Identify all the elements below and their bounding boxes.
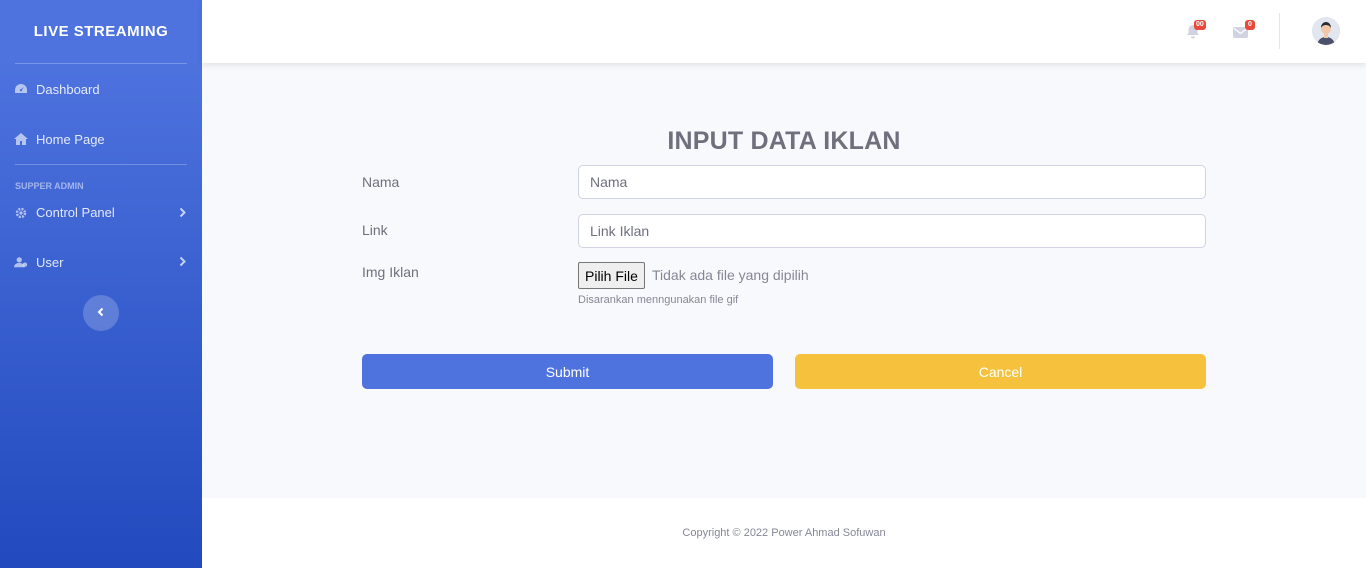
- submit-button[interactable]: Submit: [362, 354, 773, 389]
- copyright-text: Copyright © 2022 Power Ahmad Sofuwan: [682, 527, 886, 539]
- cancel-button[interactable]: Cancel: [795, 354, 1206, 389]
- sidebar-item-label: Home Page: [36, 131, 105, 147]
- sidebar-toggle-button[interactable]: [83, 295, 119, 331]
- topbar: 00 0: [202, 0, 1366, 63]
- alerts-badge: 00: [1194, 20, 1206, 30]
- users-icon: [14, 255, 28, 269]
- sidebar-item-user[interactable]: User: [0, 234, 202, 290]
- page-title: INPUT DATA IKLAN: [667, 127, 901, 155]
- sidebar-item-label: Dashboard: [36, 81, 100, 97]
- footer: Copyright © 2022 Power Ahmad Sofuwan: [202, 498, 1366, 568]
- choose-file-button[interactable]: Pilih File: [578, 262, 645, 289]
- gear-icon: [14, 206, 28, 220]
- nama-label: Nama: [362, 174, 400, 190]
- sidebar: LIVE STREAMING Dashboard Home Page SUPPE…: [0, 0, 202, 568]
- sidebar-item-control-panel[interactable]: Control Panel: [0, 191, 202, 234]
- home-icon: [14, 132, 28, 146]
- sidebar-item-dashboard[interactable]: Dashboard: [0, 64, 202, 114]
- link-input[interactable]: [578, 214, 1206, 248]
- messages-badge: 0: [1245, 20, 1255, 30]
- file-status-text: Tidak ada file yang dipilih: [652, 267, 809, 283]
- sidebar-brand[interactable]: LIVE STREAMING: [0, 0, 202, 63]
- user-avatar[interactable]: [1312, 17, 1340, 45]
- sidebar-item-home-page[interactable]: Home Page: [0, 114, 202, 164]
- messages-button[interactable]: 0: [1233, 20, 1255, 40]
- alerts-button[interactable]: 00: [1186, 20, 1208, 40]
- topbar-divider: [1279, 13, 1280, 49]
- link-label: Link: [362, 222, 388, 238]
- sidebar-item-label: Control Panel: [36, 205, 115, 220]
- chevron-right-icon: [179, 205, 186, 220]
- sidebar-heading: SUPPER ADMIN: [15, 181, 84, 191]
- chevron-right-icon: [179, 255, 186, 270]
- chevron-left-icon: [97, 304, 105, 322]
- img-label: Img Iklan: [362, 264, 419, 280]
- sidebar-item-label: User: [36, 254, 64, 270]
- nama-input[interactable]: [578, 165, 1206, 199]
- dashboard-icon: [14, 82, 28, 96]
- img-help-text: Disarankan menngunakan file gif: [578, 294, 739, 306]
